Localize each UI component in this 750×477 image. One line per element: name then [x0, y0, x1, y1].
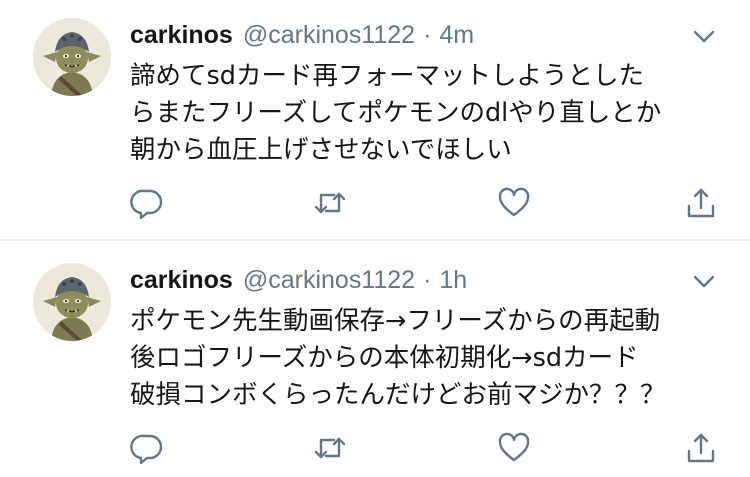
timestamp[interactable]: 1h: [439, 266, 467, 294]
tweet-text-line: 諦めてsdカード再フォーマットしようとした: [130, 61, 644, 91]
tweet-header: carkinos @carkinos1122 · 1h: [130, 263, 720, 297]
tweet-text-line: ポケモン先生動画保存→フリーズからの再起動: [130, 306, 661, 336]
avatar[interactable]: [33, 18, 111, 96]
tweet-text: 諦めてsdカード再フォーマットしようとした らまたフリーズしてポケモンのdlやり…: [130, 58, 730, 169]
tweet-actions: [130, 431, 730, 465]
share-icon[interactable]: [684, 186, 718, 220]
retweet-icon[interactable]: [313, 186, 347, 220]
tweet[interactable]: carkinos @carkinos1122 · 4m 諦めてsdカード再フォーマット…: [0, 0, 750, 240]
chevron-down-icon[interactable]: [692, 269, 716, 293]
like-icon[interactable]: [497, 186, 531, 220]
chevron-down-icon[interactable]: [692, 24, 716, 48]
timestamp[interactable]: 4m: [439, 21, 474, 49]
author-name[interactable]: carkinos: [130, 266, 233, 294]
goblin-avatar-icon: [33, 18, 111, 96]
goblin-avatar-icon: [33, 263, 111, 341]
tweet-text: ポケモン先生動画保存→フリーズからの再起動 後ロゴフリーズからの本体初期化→sd…: [130, 303, 730, 414]
like-icon[interactable]: [497, 431, 531, 465]
reply-icon[interactable]: [130, 431, 164, 465]
tweet-text-line: 後ロゴフリーズからの本体初期化→sdカード: [130, 343, 639, 373]
separator-dot: ·: [423, 21, 432, 49]
tweet-actions: [130, 186, 730, 220]
author-handle[interactable]: @carkinos1122: [243, 266, 415, 294]
tweet-text-line: らまたフリーズしてポケモンのdlやり直しとか: [130, 98, 662, 128]
author-name[interactable]: carkinos: [130, 21, 233, 49]
avatar[interactable]: [33, 263, 111, 341]
tweet[interactable]: carkinos @carkinos1122 · 1h ポケモン先生動画保存→フリーズ…: [0, 241, 750, 477]
reply-icon[interactable]: [130, 186, 164, 220]
share-icon[interactable]: [684, 431, 718, 465]
retweet-icon[interactable]: [313, 431, 347, 465]
tweet-text-line: 破損コンボくらったんだけどお前マジか？？？: [130, 380, 666, 410]
separator-dot: ·: [423, 266, 432, 294]
tweet-header: carkinos @carkinos1122 · 4m: [130, 18, 720, 52]
author-handle[interactable]: @carkinos1122: [243, 21, 415, 49]
tweet-text-line: 朝から血圧上げさせないでほしい: [130, 135, 512, 165]
